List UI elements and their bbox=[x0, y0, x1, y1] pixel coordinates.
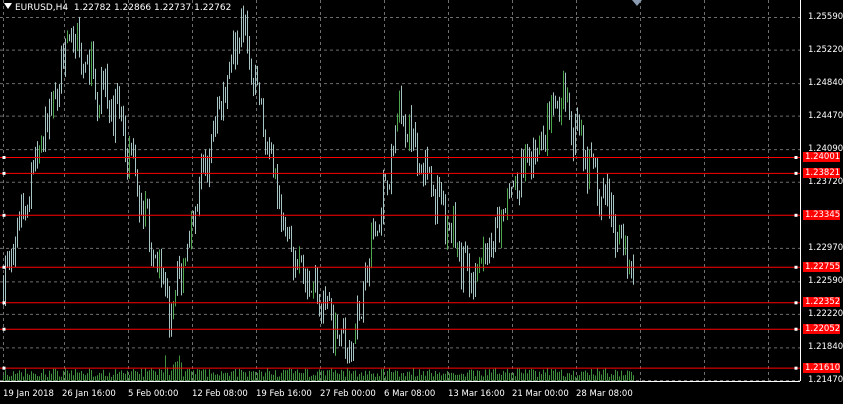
price-tick-label: 1.21470 bbox=[808, 375, 843, 385]
level-handle[interactable] bbox=[2, 301, 6, 305]
time-tick-label: 28 Mar 08:00 bbox=[576, 389, 633, 399]
level-price-label: 1.23345 bbox=[803, 209, 841, 220]
time-tick-label: 12 Feb 08:00 bbox=[192, 389, 248, 399]
time-tick-label: 13 Mar 16:00 bbox=[448, 389, 505, 399]
ohlc-values: 1.22782 1.22866 1.22737 1.22762 bbox=[73, 3, 232, 13]
level-price-label: 1.22755 bbox=[803, 261, 841, 272]
level-handle[interactable] bbox=[2, 171, 6, 175]
time-tick-label: 19 Jan 2018 bbox=[3, 389, 54, 399]
price-tick-label: 1.24840 bbox=[808, 78, 843, 89]
chart-window[interactable]: EURUSD,H4 1.22782 1.22866 1.22737 1.2276… bbox=[0, 0, 843, 404]
level-handle[interactable] bbox=[2, 213, 6, 217]
price-tick-label: 1.24470 bbox=[808, 110, 843, 121]
level-price-label: 1.22052 bbox=[803, 323, 841, 334]
price-tick-label: 1.25220 bbox=[808, 44, 843, 55]
level-price-label: 1.22352 bbox=[803, 297, 841, 308]
time-tick-label: 21 Mar 00:00 bbox=[512, 389, 569, 399]
level-price-label: 1.23821 bbox=[803, 167, 841, 178]
level-handle[interactable] bbox=[2, 366, 6, 370]
chart-shift-marker-icon[interactable] bbox=[632, 0, 642, 6]
level-handle[interactable] bbox=[794, 301, 798, 305]
symbol-label: EURUSD,H4 bbox=[15, 3, 69, 13]
price-tick-label: 1.21840 bbox=[808, 342, 843, 353]
level-handle[interactable] bbox=[794, 327, 798, 331]
level-handle[interactable] bbox=[794, 213, 798, 217]
level-handle[interactable] bbox=[2, 156, 6, 160]
symbol-header: EURUSD,H4 1.22782 1.22866 1.22737 1.2276… bbox=[4, 3, 231, 13]
level-handle[interactable] bbox=[794, 171, 798, 175]
time-tick-label: 27 Feb 00:00 bbox=[320, 389, 376, 399]
price-tick-label: 1.23720 bbox=[808, 176, 843, 187]
level-handle[interactable] bbox=[2, 265, 6, 269]
level-price-label: 1.21610 bbox=[803, 362, 841, 373]
time-tick-label: 5 Feb 00:00 bbox=[128, 389, 179, 399]
time-tick-label: 6 Mar 08:00 bbox=[384, 389, 436, 399]
price-tick-label: 1.22970 bbox=[808, 242, 843, 253]
level-handle[interactable] bbox=[2, 327, 6, 331]
price-chart[interactable] bbox=[0, 0, 843, 404]
level-handle[interactable] bbox=[794, 265, 798, 269]
level-handle[interactable] bbox=[794, 366, 798, 370]
price-tick-label: 1.22220 bbox=[808, 308, 843, 319]
time-tick-label: 26 Jan 16:00 bbox=[62, 389, 116, 399]
price-tick-label: 1.25590 bbox=[808, 12, 843, 22]
price-tick-label: 1.22590 bbox=[808, 276, 843, 287]
dropdown-triangle-icon[interactable] bbox=[4, 3, 12, 9]
time-tick-label: 19 Feb 16:00 bbox=[256, 389, 312, 399]
level-handle[interactable] bbox=[794, 156, 798, 160]
level-price-label: 1.24001 bbox=[803, 152, 841, 162]
